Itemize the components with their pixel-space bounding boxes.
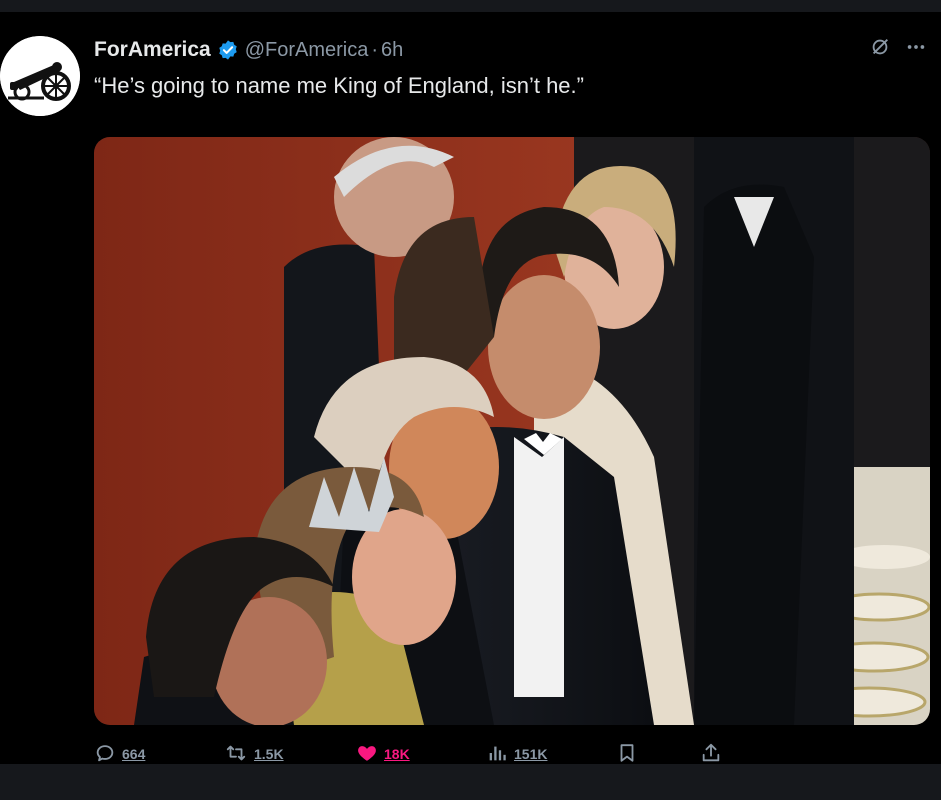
reply-icon [94,742,116,767]
display-name[interactable]: ForAmerica [94,38,211,62]
header-actions [869,36,927,58]
grok-icon[interactable] [869,36,891,58]
views-icon [486,742,508,767]
avatar[interactable] [0,36,80,116]
photo-image [94,137,930,725]
more-icon[interactable] [905,36,927,58]
tweet-photo[interactable] [94,137,930,725]
views-count: 151K [514,746,548,762]
share-icon [700,742,722,767]
reply-count: 664 [122,746,146,762]
tweet-header: ForAmerica @ForAmerica · 6h [94,36,403,64]
retweet-icon [224,742,248,767]
bottom-bar [0,764,941,800]
separator-dot: · [371,38,379,61]
tweet-text: “He’s going to name me King of England, … [94,73,584,98]
cannon-logo [0,36,80,116]
heart-icon [356,742,378,767]
like-count: 18K [384,746,410,762]
retweet-count: 1.5K [254,746,284,762]
handle[interactable]: @ForAmerica [245,39,369,62]
bookmark-icon [616,742,638,767]
top-bar [0,0,941,12]
tweet[interactable]: ForAmerica @ForAmerica · 6h “He’s going [0,18,941,762]
verified-badge-icon [217,39,239,61]
timestamp[interactable]: 6h [381,39,403,62]
